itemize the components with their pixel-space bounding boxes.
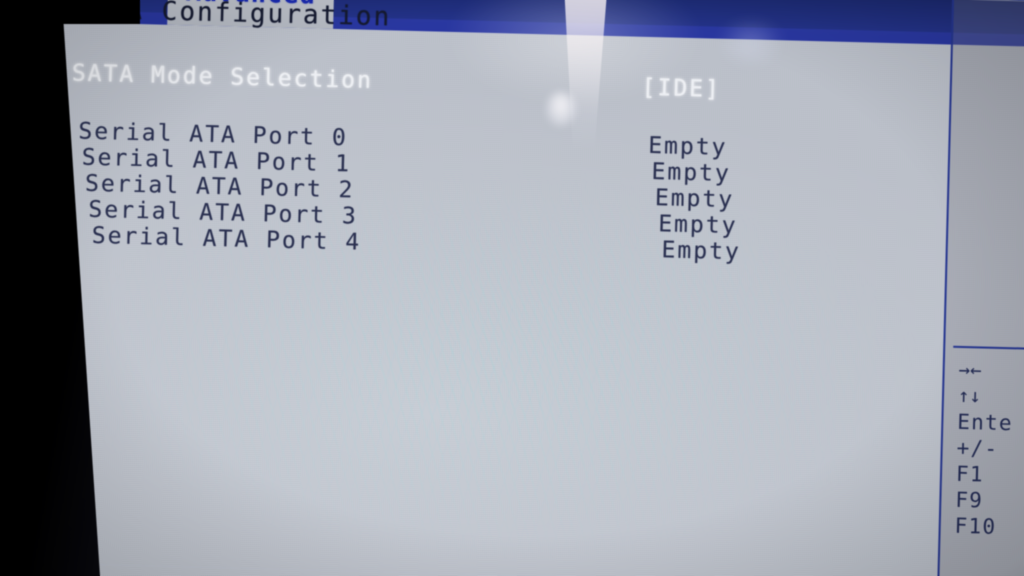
save-exit-hint: F10 <box>954 513 997 539</box>
setting-value: Empty <box>651 159 732 188</box>
select-screen-hint: →← <box>958 358 982 382</box>
bios-setup-photo: Copyright (C) 2010 American Advanced SAT… <box>0 0 1024 576</box>
general-help-hint: F1 <box>955 461 985 487</box>
select-item-hint: ↑↓ <box>957 384 982 408</box>
monitor-screen-area: Copyright (C) 2010 American Advanced SAT… <box>0 0 1024 576</box>
setting-value: Empty <box>661 237 742 266</box>
monitor-bezel-corner <box>0 0 140 24</box>
setting-value[interactable]: [IDE] <box>641 75 721 103</box>
help-key-hints: →← ↑↓ Ente +/- F1 F9 F10 <box>954 357 1014 540</box>
optimized-defaults-hint: F9 <box>955 487 984 513</box>
setting-value: Empty <box>647 132 728 161</box>
change-option-hint: +/- <box>956 435 999 461</box>
enter-select-hint: Ente <box>957 409 1014 436</box>
setting-value: Empty <box>654 185 735 214</box>
setting-value: Empty <box>657 211 738 240</box>
